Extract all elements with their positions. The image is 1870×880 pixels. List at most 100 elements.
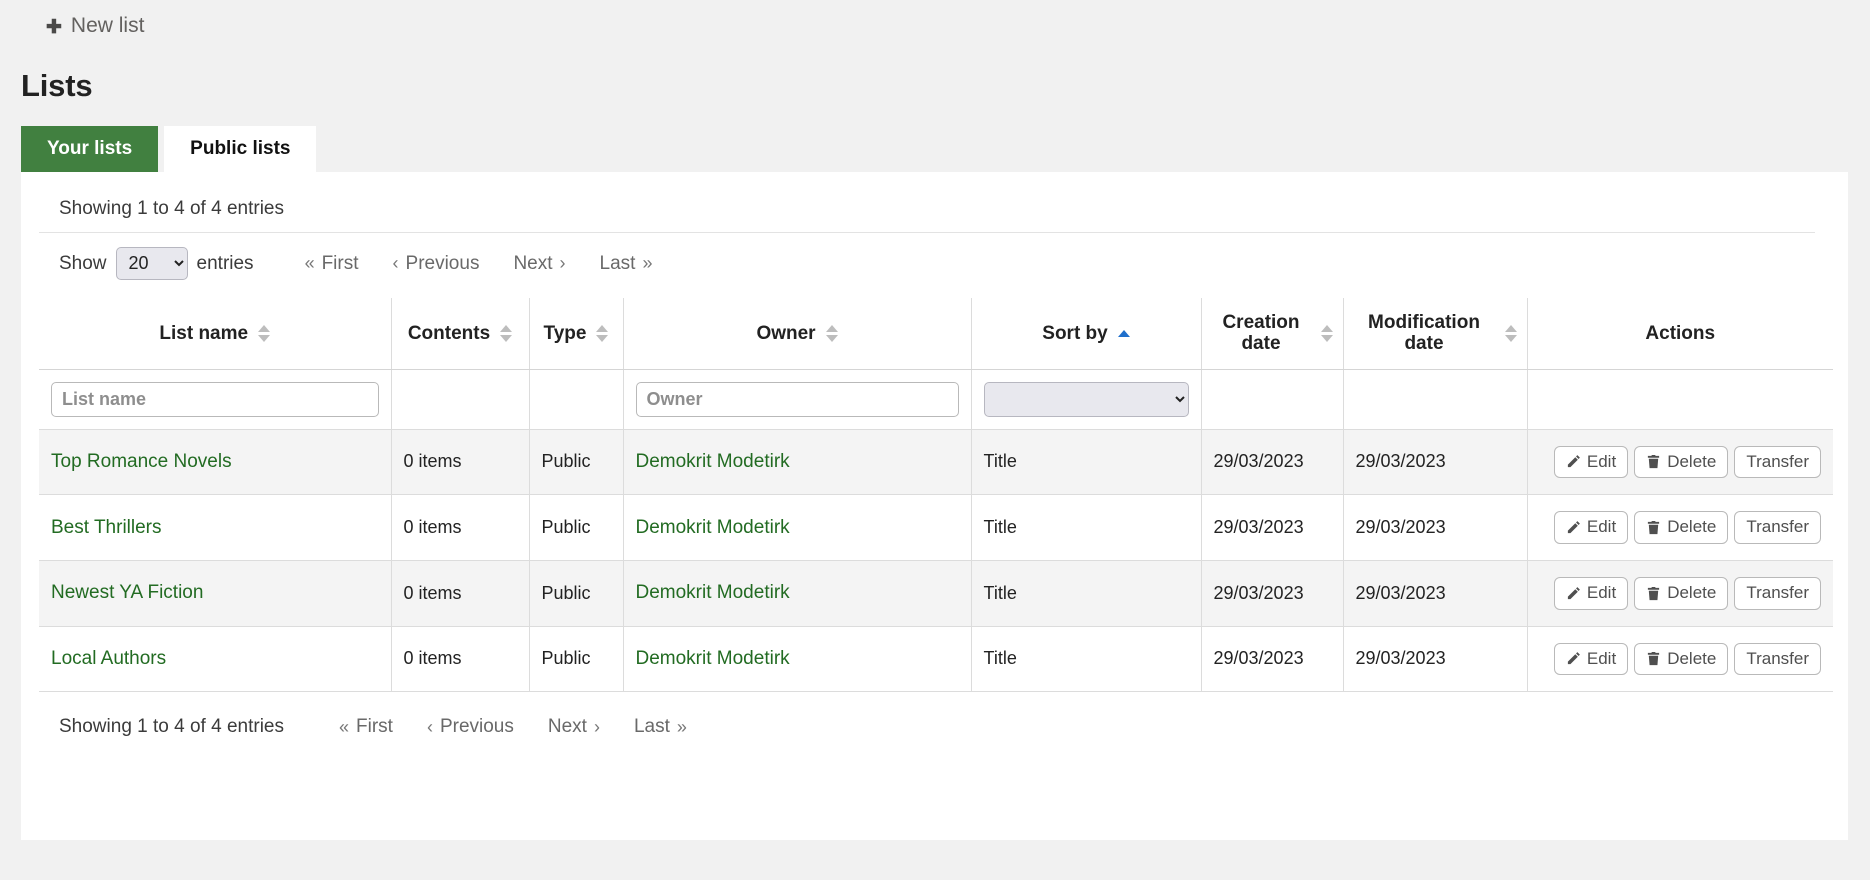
new-list-label: New list bbox=[71, 14, 145, 38]
tab-your-lists[interactable]: Your lists bbox=[21, 126, 158, 172]
sort-icon-creation-date[interactable] bbox=[1321, 325, 1333, 342]
lists-panel: Showing 1 to 4 of 4 entries Show 1020501… bbox=[21, 172, 1848, 840]
double-chevron-left-icon: « bbox=[339, 717, 349, 738]
column-header-list-name[interactable]: List name bbox=[39, 298, 391, 369]
cell-actions: Edit Delete Transfer bbox=[1527, 626, 1833, 692]
sort-icon-modification-date[interactable] bbox=[1505, 325, 1517, 342]
entries-per-page-select[interactable]: 102050100 bbox=[116, 247, 188, 280]
pagination-previous-top-label: Previous bbox=[406, 253, 480, 275]
sort-icon-contents[interactable] bbox=[500, 325, 512, 342]
pagination-first-bottom-label: First bbox=[356, 716, 393, 738]
list-name-link[interactable]: Newest YA Fiction bbox=[51, 582, 203, 603]
column-header-sort-by-label: Sort by bbox=[1042, 323, 1107, 344]
edit-button-label: Edit bbox=[1587, 584, 1616, 603]
list-name-link[interactable]: Local Authors bbox=[51, 648, 166, 669]
filter-cell-owner bbox=[623, 369, 971, 429]
tab-public-lists-label: Public lists bbox=[190, 138, 290, 160]
cell-creation-date: 29/03/2023 bbox=[1201, 429, 1343, 495]
column-header-actions-label: Actions bbox=[1645, 323, 1715, 344]
delete-button-label: Delete bbox=[1667, 650, 1716, 669]
column-header-owner[interactable]: Owner bbox=[623, 298, 971, 369]
pagination-first-top[interactable]: « First bbox=[288, 249, 376, 279]
tab-public-lists[interactable]: Public lists bbox=[164, 126, 316, 172]
transfer-button-label: Transfer bbox=[1746, 584, 1809, 603]
column-header-modification-date[interactable]: Modification date bbox=[1343, 298, 1527, 369]
filter-select-sort-by[interactable]: TitleAuthorCopyright dateCall number bbox=[984, 382, 1189, 417]
column-header-type-label: Type bbox=[544, 323, 587, 344]
transfer-button[interactable]: Transfer bbox=[1734, 446, 1821, 479]
column-header-contents[interactable]: Contents bbox=[391, 298, 529, 369]
owner-link[interactable]: Demokrit Modetirk bbox=[636, 517, 790, 538]
cell-contents: 0 items bbox=[391, 495, 529, 561]
transfer-button[interactable]: Transfer bbox=[1734, 643, 1821, 676]
delete-button-label: Delete bbox=[1667, 453, 1716, 472]
cell-creation-date: 29/03/2023 bbox=[1201, 560, 1343, 626]
pagination-previous-bottom[interactable]: ‹ Previous bbox=[410, 712, 531, 742]
edit-button-label: Edit bbox=[1587, 518, 1616, 537]
double-chevron-right-icon: » bbox=[642, 253, 652, 274]
delete-button[interactable]: Delete bbox=[1634, 577, 1728, 610]
column-header-list-name-label: List name bbox=[159, 323, 248, 344]
cell-modification-date: 29/03/2023 bbox=[1343, 560, 1527, 626]
cell-sort-by: Title bbox=[971, 560, 1201, 626]
cell-contents: 0 items bbox=[391, 560, 529, 626]
sort-icon-list-name[interactable] bbox=[258, 325, 270, 342]
cell-contents: 0 items bbox=[391, 429, 529, 495]
edit-button[interactable]: Edit bbox=[1554, 446, 1628, 479]
table-row: Newest YA Fiction 0 items Public Demokri… bbox=[39, 560, 1833, 626]
transfer-button[interactable]: Transfer bbox=[1734, 511, 1821, 544]
cell-creation-date: 29/03/2023 bbox=[1201, 495, 1343, 561]
cell-list-name: Local Authors bbox=[39, 626, 391, 692]
pencil-icon bbox=[1566, 651, 1581, 666]
pagination-first-bottom[interactable]: « First bbox=[322, 712, 410, 742]
edit-button[interactable]: Edit bbox=[1554, 577, 1628, 610]
pagination-next-bottom[interactable]: Next › bbox=[531, 712, 617, 742]
list-name-link[interactable]: Top Romance Novels bbox=[51, 451, 232, 472]
sort-icon-sort-by-ascending[interactable] bbox=[1118, 330, 1130, 337]
pagination-next-top-label: Next bbox=[513, 253, 552, 275]
column-header-type[interactable]: Type bbox=[529, 298, 623, 369]
owner-link[interactable]: Demokrit Modetirk bbox=[636, 582, 790, 603]
cell-type: Public bbox=[529, 495, 623, 561]
cell-modification-date: 29/03/2023 bbox=[1343, 626, 1527, 692]
chevron-right-icon: › bbox=[560, 253, 566, 274]
owner-link[interactable]: Demokrit Modetirk bbox=[636, 451, 790, 472]
pagination-previous-top[interactable]: ‹ Previous bbox=[376, 249, 497, 279]
pagination-next-top[interactable]: Next › bbox=[496, 249, 582, 279]
edit-button[interactable]: Edit bbox=[1554, 643, 1628, 676]
transfer-button-label: Transfer bbox=[1746, 650, 1809, 669]
trash-icon bbox=[1646, 586, 1661, 601]
filter-cell-actions bbox=[1527, 369, 1833, 429]
delete-button[interactable]: Delete bbox=[1634, 511, 1728, 544]
pagination-last-bottom[interactable]: Last » bbox=[617, 712, 704, 742]
cell-owner: Demokrit Modetirk bbox=[623, 560, 971, 626]
showing-entries-top: Showing 1 to 4 of 4 entries bbox=[39, 172, 1815, 233]
edit-button[interactable]: Edit bbox=[1554, 511, 1628, 544]
cell-actions: Edit Delete Transfer bbox=[1527, 429, 1833, 495]
filter-input-owner[interactable] bbox=[636, 382, 959, 417]
delete-button[interactable]: Delete bbox=[1634, 446, 1728, 479]
owner-link[interactable]: Demokrit Modetirk bbox=[636, 648, 790, 669]
pagination-last-top-label: Last bbox=[600, 253, 636, 275]
new-list-button[interactable]: ✚ New list bbox=[46, 14, 144, 38]
pagination-last-top[interactable]: Last » bbox=[583, 249, 670, 279]
tab-your-lists-label: Your lists bbox=[47, 138, 132, 160]
entries-label: entries bbox=[197, 253, 254, 275]
cell-type: Public bbox=[529, 560, 623, 626]
double-chevron-right-icon: » bbox=[677, 717, 687, 738]
filter-input-list-name[interactable] bbox=[51, 382, 379, 417]
list-name-link[interactable]: Best Thrillers bbox=[51, 517, 162, 538]
delete-button[interactable]: Delete bbox=[1634, 643, 1728, 676]
lists-table-filters: TitleAuthorCopyright dateCall number bbox=[39, 369, 1833, 429]
trash-icon bbox=[1646, 651, 1661, 666]
transfer-button-label: Transfer bbox=[1746, 453, 1809, 472]
pagination-previous-bottom-label: Previous bbox=[440, 716, 514, 738]
pagination-last-bottom-label: Last bbox=[634, 716, 670, 738]
column-header-sort-by[interactable]: Sort by bbox=[971, 298, 1201, 369]
sort-icon-type[interactable] bbox=[596, 325, 608, 342]
transfer-button[interactable]: Transfer bbox=[1734, 577, 1821, 610]
column-header-creation-date[interactable]: Creation date bbox=[1201, 298, 1343, 369]
cell-owner: Demokrit Modetirk bbox=[623, 429, 971, 495]
sort-icon-owner[interactable] bbox=[826, 325, 838, 342]
cell-contents: 0 items bbox=[391, 626, 529, 692]
